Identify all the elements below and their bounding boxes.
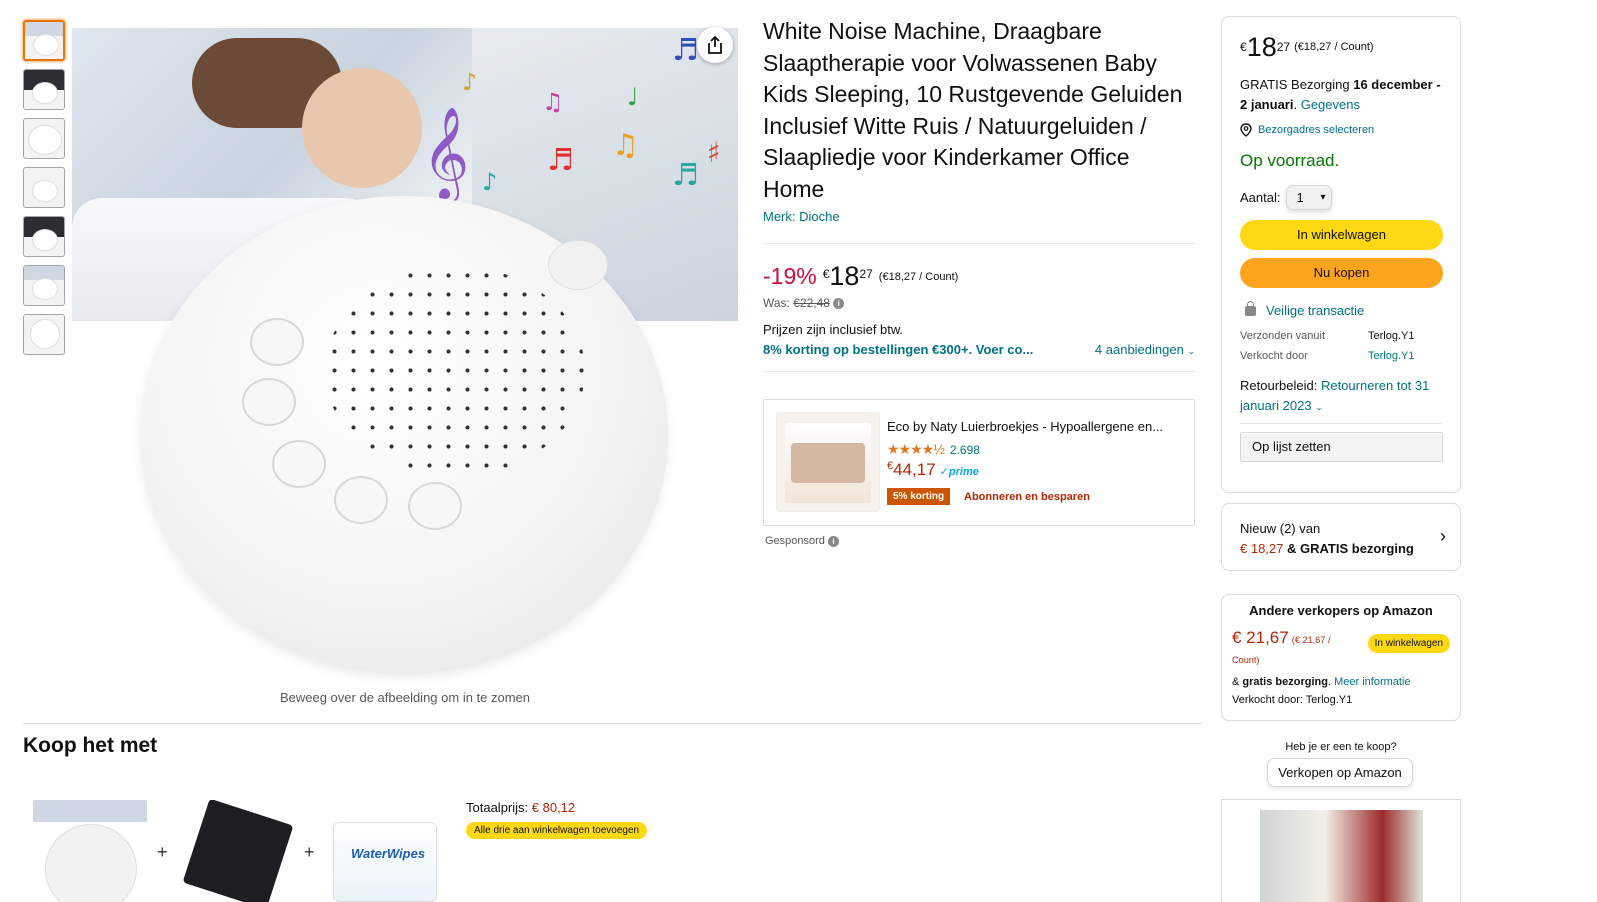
shipped-from-row: Verzonden vanuit Terlog.Y1	[1240, 330, 1415, 342]
bundle-item-1-image[interactable]	[33, 800, 147, 902]
offers-link[interactable]: 4 aanbiedingen ⌄	[1095, 342, 1195, 357]
stars-icon: ★★★★½	[887, 441, 945, 457]
music-note-icon: ♯	[707, 136, 721, 169]
promo-row: 8% korting op bestellingen €300+. Voer c…	[763, 342, 1195, 357]
chevron-down-icon: ⌄	[1187, 346, 1195, 356]
quantity-label: Aantal:	[1240, 190, 1281, 205]
zoom-hint: Beweeg over de afbeelding om in te zomen	[279, 690, 531, 705]
chevron-down-icon: ⌄	[1315, 402, 1323, 412]
add-all-to-cart-button[interactable]: Alle drie aan winkelwagen toevoegen	[466, 822, 648, 839]
was-price: Was: €22,48 i	[763, 296, 1195, 310]
thumbnail-5[interactable]	[23, 216, 65, 257]
details-link[interactable]: Gegevens	[1301, 97, 1360, 112]
subscribe-save-text: Abonneren en besparen	[964, 491, 1090, 503]
divider	[23, 723, 1202, 724]
music-note-icon: ♪	[482, 168, 498, 196]
bundle-item-2-image[interactable]	[180, 800, 296, 902]
sell-on-amazon-button[interactable]: Verkopen op Amazon	[1267, 758, 1413, 787]
sponsored-product-card[interactable]: Eco by Naty Luierbroekjes - Hypoallergen…	[763, 399, 1195, 526]
music-note-icon: ♬	[672, 33, 699, 68]
thumbnail-1[interactable]	[23, 20, 65, 61]
sold-by-row: Verkocht door Terlog.Y1	[1240, 350, 1415, 362]
divider	[1240, 423, 1442, 424]
bundle-total: Totaalprijs: € 80,12	[466, 800, 576, 815]
other-seller-sold-by: Verkocht door: Terlog.Y1	[1232, 694, 1353, 706]
new-offers-box[interactable]: Nieuw (2) van € 18,27 & GRATIS bezorging…	[1221, 503, 1461, 571]
other-seller-shipping: & gratis bezorging. Meer informatie	[1232, 676, 1411, 688]
more-info-link[interactable]: Meer informatie	[1334, 676, 1410, 688]
chevron-down-icon: ▾	[1320, 192, 1326, 203]
info-icon: i	[828, 535, 839, 547]
music-note-icon: ♩	[627, 83, 639, 111]
new-offers-price: € 18,27	[1240, 541, 1284, 556]
unit-price: (€18,27 / Count)	[878, 271, 959, 283]
thumbnail-strip	[23, 20, 67, 363]
add-to-cart-button[interactable]: In winkelwagen	[1240, 220, 1443, 250]
ad-product-image[interactable]	[776, 412, 880, 512]
info-icon[interactable]: i	[833, 298, 845, 310]
deal-badge: 5% korting	[887, 488, 951, 505]
buy-now-button[interactable]: Nu kopen	[1240, 258, 1443, 288]
stock-status: Op voorraad.	[1240, 151, 1340, 170]
music-note-icon: ♬	[672, 158, 699, 193]
music-note-icon: 𝄞	[422, 106, 470, 199]
other-seller-cart-button[interactable]: In winkelwagen	[1367, 634, 1450, 653]
star-rating[interactable]: ★★★★½ 2.698	[887, 441, 980, 458]
price: €1827	[822, 261, 873, 291]
lock-icon	[1245, 300, 1256, 316]
buybox-price: €1827 (€18,27 / Count)	[1240, 32, 1374, 62]
thumbnail-6[interactable]	[23, 265, 65, 306]
product-title: White Noise Machine, Draagbare Slaapther…	[763, 18, 1183, 202]
main-product-image[interactable]: 𝄞 ♪ ♫ ♩ ♬ ♫ ♯ ♬ ♪ ♬	[72, 28, 738, 688]
rating-count: 2.698	[949, 443, 980, 457]
brand-link[interactable]: Merk: Dioche	[763, 209, 1195, 224]
divider	[763, 371, 1195, 372]
plus-sign: +	[157, 842, 168, 862]
music-note-icon: ♬	[547, 143, 574, 178]
seller-link[interactable]: Terlog.Y1	[1368, 350, 1414, 362]
quantity-select[interactable]: 1 ▾	[1286, 185, 1333, 210]
side-ad[interactable]	[1221, 799, 1461, 902]
select-address-link[interactable]: Bezorgadres selecteren	[1240, 123, 1442, 137]
price-block: -19% €1827 (€18,27 / Count)	[763, 262, 1195, 290]
white-noise-device	[140, 196, 668, 674]
plus-sign: +	[304, 842, 315, 862]
share-button[interactable]	[697, 27, 733, 63]
share-icon	[708, 36, 722, 54]
return-policy: Retourbeleid: Retourneren tot 31 januari…	[1240, 378, 1430, 413]
other-sellers-heading: Andere verkopers op Amazon	[1249, 603, 1433, 618]
buy-box: €1827 (€18,27 / Count) GRATIS Bezorging 1…	[1221, 16, 1461, 493]
ad-title[interactable]: Eco by Naty Luierbroekjes - Hypoallergen…	[887, 419, 1163, 434]
ad-price: €44,17 ✓prime	[887, 460, 979, 479]
thumbnail-4[interactable]	[23, 167, 65, 208]
frequently-bought-heading: Koop het met	[23, 734, 158, 757]
prime-badge: ✓prime	[939, 466, 979, 478]
quantity-row: Aantal: 1 ▾	[1240, 185, 1442, 210]
sponsored-label[interactable]: Gesponsord i	[765, 535, 839, 547]
add-to-list-button[interactable]: Op lijst zetten	[1240, 432, 1443, 462]
sell-question: Heb je er een te koop?	[1285, 741, 1397, 753]
music-note-icon: ♫	[542, 88, 564, 116]
promo-link[interactable]: 8% korting op bestellingen €300+. Voer c…	[763, 342, 1033, 357]
new-offers-shipping: & GRATIS bezorging	[1287, 541, 1414, 556]
discount-percent: -19%	[763, 263, 817, 289]
divider	[763, 243, 1195, 244]
location-pin-icon	[1240, 123, 1252, 137]
bundle-item-3-image[interactable]: WaterWipes	[331, 800, 439, 902]
music-note-icon: ♪	[462, 68, 478, 96]
delivery-info: GRATIS Bezorging 16 december - 2 januari…	[1240, 77, 1441, 112]
other-seller-price: € 21,67 (€ 21,67 / Count)	[1232, 628, 1331, 665]
secure-transaction-link[interactable]: Veilige transactie	[1240, 300, 1442, 318]
thumbnail-7[interactable]	[23, 314, 65, 355]
new-offers-label: Nieuw (2) van	[1240, 521, 1321, 536]
music-note-icon: ♫	[612, 128, 639, 163]
chevron-right-icon: ›	[1440, 526, 1446, 546]
thumbnail-2[interactable]	[23, 69, 65, 110]
product-details: White Noise Machine, Draagbare Slaapther…	[763, 16, 1195, 372]
thumbnail-3[interactable]	[23, 118, 65, 159]
other-sellers-box: Andere verkopers op Amazon € 21,67 (€ 21…	[1221, 594, 1461, 721]
vat-note: Prijzen zijn inclusief btw.	[763, 322, 904, 337]
